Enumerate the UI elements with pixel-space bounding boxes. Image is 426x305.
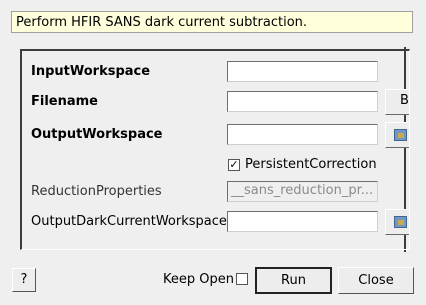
run-button[interactable]: Run [255,267,332,294]
input-workspace-field[interactable] [227,61,378,82]
output-workspace-field[interactable] [227,124,378,145]
persistent-correction-label: PersistentCorrection [245,157,377,172]
keep-open-label: Keep Open [163,272,234,287]
persistent-correction-checkbox[interactable]: ✓ [228,159,240,171]
keep-open-checkbox[interactable] [236,273,248,285]
output-dark-current-workspace-field[interactable] [227,211,378,232]
output-dark-current-icon-button[interactable] [385,209,409,235]
workspace-icon [394,216,407,228]
close-button[interactable]: Close [338,267,414,294]
output-workspace-label: OutputWorkspace [31,127,163,142]
browse-button[interactable]: B [385,89,409,115]
properties-panel: InputWorkspace Filename B OutputWorkspac… [20,49,410,250]
filename-field[interactable] [227,91,378,112]
algorithm-description: Perform HFIR SANS dark current subtracti… [11,11,413,33]
filename-label: Filename [31,94,98,109]
workspace-icon [394,129,407,141]
input-workspace-label: InputWorkspace [31,64,151,79]
reduction-properties-field[interactable]: __sans_reduction_pr... [227,181,378,202]
output-workspace-icon-button[interactable] [385,122,409,148]
output-dark-current-workspace-label: OutputDarkCurrentWorkspace [31,214,227,229]
help-button[interactable]: ? [12,268,36,292]
reduction-properties-label: ReductionProperties [31,184,162,199]
